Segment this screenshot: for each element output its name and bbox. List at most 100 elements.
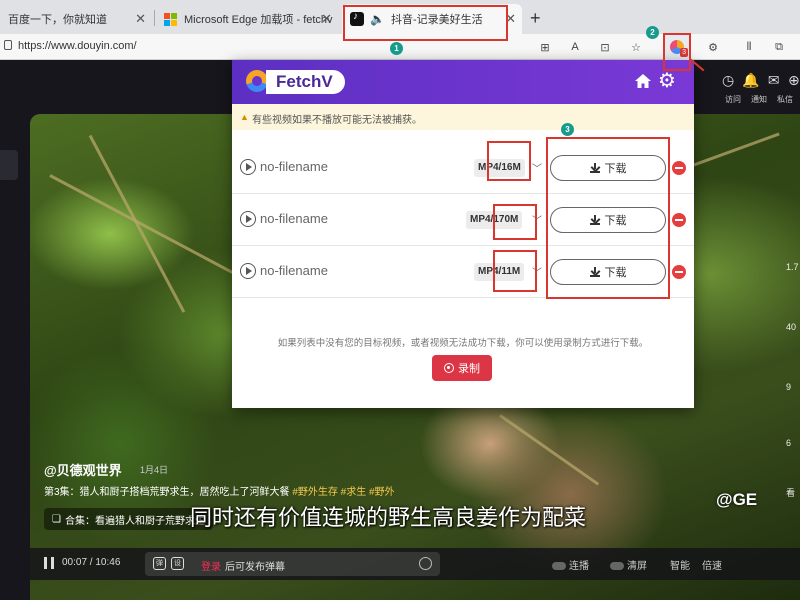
new-tab-button[interactable]: + [530,8,541,29]
favorite-count: 9 [786,382,792,392]
danmu-settings-icon[interactable]: 设 [171,557,184,570]
top-right-labels: 访问 通知 私信 投稿 [724,94,800,105]
play-icon[interactable] [240,211,256,227]
format-size-badge: MP4/11M [474,263,525,281]
app-grid-icon[interactable]: ⊞ [536,38,554,56]
remove-icon[interactable] [672,265,686,279]
speaker-icon[interactable]: 🔈 [370,12,385,26]
chevron-down-icon[interactable]: ﹀ [532,160,542,175]
chevron-down-icon[interactable]: ﹀ [532,264,542,279]
like-count: 1.7 [786,262,799,272]
collections-icon[interactable]: ⧉ [770,38,788,56]
danmu-toggle-icon[interactable]: 弹 [153,557,166,570]
video-author[interactable]: @贝德观世界 [44,460,122,479]
smart-quality-button[interactable]: 智能 [670,557,690,572]
step-badge-2: 2 [646,26,659,39]
clear-screen-toggle[interactable]: 清屏 [610,557,647,572]
video-filename: no-filename [260,263,328,278]
top-right-icons: ◷ 🔔 ✉ ⊕ [722,72,800,89]
close-icon[interactable]: ✕ [505,11,516,27]
capture-notice: ▲ 有些视频如果不播放可能无法被捕获。 [232,104,694,130]
download-button[interactable]: 下载 [550,259,666,285]
video-scene-branch [88,134,186,313]
chevron-down-icon[interactable]: ﹀ [532,212,542,227]
immersive-reader-icon[interactable]: ⊡ [596,38,614,56]
fetchv-logo-icon [246,70,268,92]
favorite-star-icon[interactable]: ☆ [627,38,645,56]
record-button[interactable]: 录制 [432,355,492,381]
danmu-placeholder: 后可发布弹幕 [225,562,285,573]
playback-time: 00:07 / 10:46 [62,557,121,568]
episode-tags[interactable]: #野外生存 #求生 #野外 [292,487,394,498]
split-screen-icon[interactable]: ⫴ [740,38,758,56]
close-icon[interactable]: ✕ [135,11,146,27]
episode-title: 第3集：猎人和厨子搭档荒野求生，居然吃上了河鲜大餐 [44,487,290,498]
visit-label: 访问 [725,95,741,104]
left-rail[interactable] [0,150,18,180]
download-icon [589,267,600,277]
video-subtitle: 同时还有价值连城的野生高良姜作为配菜 [190,506,587,531]
warning-icon: ▲ [240,112,249,122]
notification-label: 通知 [751,95,767,104]
lock-icon[interactable] [4,40,12,50]
video-date: 1月4日 [140,465,169,475]
video-scene-branch [499,414,600,486]
speed-button[interactable]: 倍速 [702,557,722,572]
fetchv-extension-button[interactable]: 3 [663,33,691,61]
read-aloud-icon[interactable]: A [566,38,584,56]
browser-tab-strip: 百度一下，你就知道 ✕ Microsoft Edge 加载项 - fetchv … [0,0,800,34]
video-item: no-filename MP4/16M ﹀ 下载 [232,142,694,194]
extensions-icon[interactable]: ⚙ [704,38,722,56]
download-icon [589,163,600,173]
record-hint: 如果列表中没有您的目标视频，或者视频无法成功下载，你可以使用录制方式进行下载。 [277,338,649,349]
fetchv-popup: FetchV ⚙ ▲ 有些视频如果不播放可能无法被捕获。 no-filename… [232,60,694,408]
pause-icon[interactable] [44,557,54,569]
video-item: no-filename MP4/11M ﹀ 下载 [232,246,694,298]
source-watermark: @GE [716,490,758,509]
fetchv-brand: FetchV [266,70,345,94]
tab-title: Microsoft Edge 加载项 - fetchv [184,14,333,26]
tiktok-icon [350,11,364,26]
message-icon[interactable]: ✉ [768,72,780,89]
danmu-login-link[interactable]: 登录 [201,558,221,573]
tab-baidu[interactable]: 百度一下，你就知道 ✕ [0,4,152,34]
download-label: 下载 [604,215,627,227]
play-icon[interactable] [240,159,256,175]
download-icon [589,215,600,225]
tab-divider [154,10,155,26]
download-button[interactable]: 下载 [550,155,666,181]
download-label: 下载 [604,267,627,279]
microsoft-icon [164,12,178,26]
download-button[interactable]: 下载 [550,207,666,233]
video-filename: no-filename [260,159,328,174]
step-badge-3: 3 [561,123,574,136]
extension-badge: 3 [680,48,688,57]
layers-icon: ❏ [52,513,61,525]
collection-chip[interactable]: ❏ 合集：看遍猎人和厨子荒野求生 [44,508,213,530]
watch-label: 看 [786,488,796,498]
home-icon[interactable] [634,72,652,90]
tab-edge-addons[interactable]: Microsoft Edge 加载项 - fetchv ✕ [156,4,338,34]
upload-icon[interactable]: ⊕ [788,72,800,89]
record-label: 录制 [458,363,480,375]
play-icon[interactable] [240,263,256,279]
download-label: 下载 [604,163,627,175]
remove-icon[interactable] [672,161,686,175]
emoji-icon[interactable] [419,557,432,570]
notification-icon[interactable]: 🔔 [742,72,759,89]
video-scene-branch [49,174,245,281]
collection-label: 合集：看遍猎人和厨子荒野求生 [64,515,205,527]
tab-douyin[interactable]: 🔈 抖音-记录美好生活 ✕ [342,4,522,34]
danmu-input[interactable]: 弹 设 登录 后可发布弹幕 [145,552,440,576]
tab-title: 百度一下，你就知道 [8,14,107,26]
comment-count: 40 [786,322,797,332]
visit-icon[interactable]: ◷ [722,72,734,89]
remove-icon[interactable] [672,213,686,227]
close-icon[interactable]: ✕ [321,11,332,27]
url-field[interactable]: https://www.douyin.com/ [18,40,137,52]
autoplay-toggle[interactable]: 连播 [552,557,589,572]
video-filename: no-filename [260,211,328,226]
format-size-badge: MP4/16M [474,159,525,177]
video-item: no-filename MP4/170M ﹀ 下载 [232,194,694,246]
settings-gear-icon[interactable]: ⚙ [658,70,676,92]
